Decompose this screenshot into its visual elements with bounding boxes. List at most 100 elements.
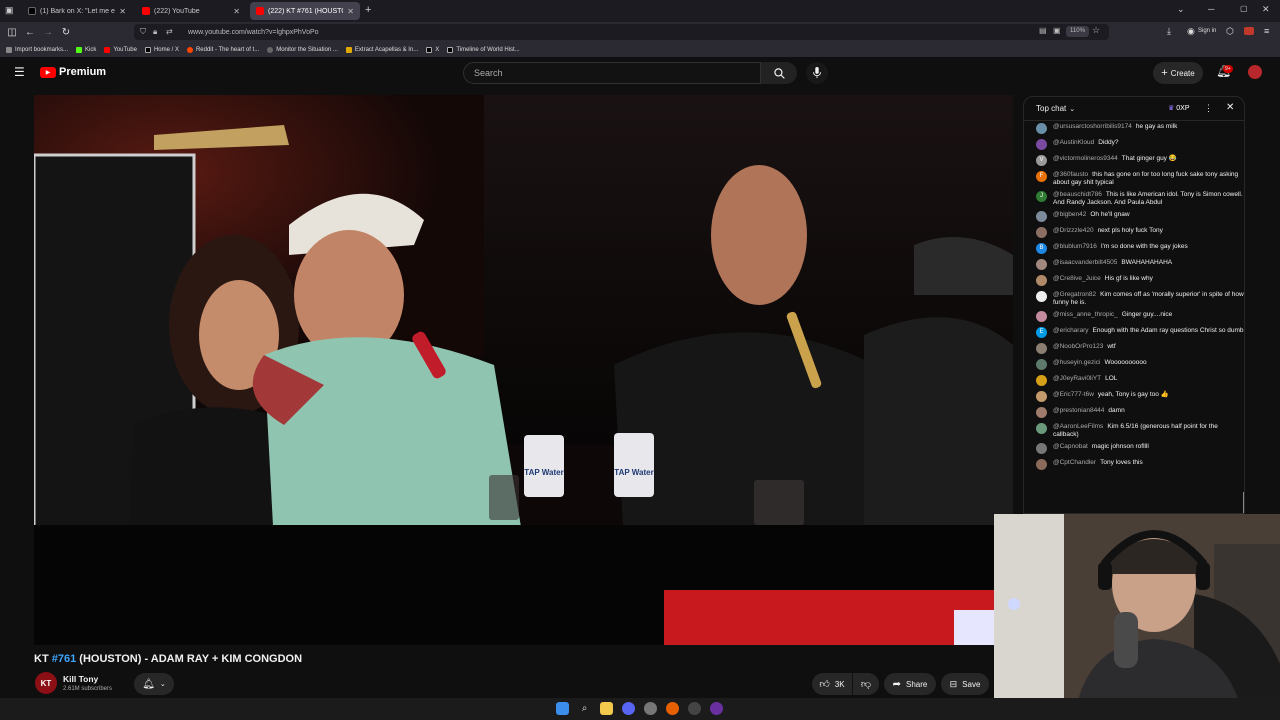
chat-avatar[interactable] bbox=[1036, 139, 1047, 150]
chat-author[interactable]: @360fausto bbox=[1053, 171, 1088, 178]
chat-author[interactable]: @Gregatron82 bbox=[1053, 291, 1096, 298]
extension-icon[interactable] bbox=[1244, 27, 1254, 35]
chat-avatar[interactable] bbox=[1036, 259, 1047, 270]
tab-dropdown-icon[interactable]: ⌄ bbox=[1177, 4, 1185, 15]
zoom-level[interactable]: 110% bbox=[1066, 26, 1089, 37]
subscription-bell-button[interactable]: 🔔︎ ⌄ bbox=[134, 673, 174, 695]
back-icon[interactable]: ← bbox=[21, 27, 39, 38]
menu-icon[interactable]: ≡ bbox=[1264, 26, 1269, 36]
file-explorer-icon[interactable] bbox=[600, 702, 613, 715]
hamburger-menu-icon[interactable]: ☰ bbox=[14, 65, 25, 79]
chat-avatar[interactable]: F bbox=[1036, 171, 1047, 182]
new-tab-button[interactable]: + bbox=[365, 4, 371, 16]
chat-avatar[interactable] bbox=[1036, 459, 1047, 470]
browser-tab-youtube[interactable]: (222) YouTube ✕ bbox=[136, 2, 246, 20]
bookmark-item[interactable]: Kick bbox=[76, 46, 96, 53]
forward-icon[interactable]: → bbox=[39, 27, 57, 38]
chat-avatar[interactable] bbox=[1036, 407, 1047, 418]
chat-author[interactable]: @Drizzzle420 bbox=[1053, 227, 1094, 234]
account-icon[interactable]: ◉ bbox=[1187, 26, 1195, 37]
close-tab-icon[interactable]: ✕ bbox=[233, 7, 240, 16]
bookmark-item[interactable]: Monitor the Situation ... bbox=[267, 46, 338, 53]
create-button[interactable]: + Create bbox=[1153, 62, 1203, 84]
chat-avatar[interactable] bbox=[1036, 443, 1047, 454]
bookmark-star-icon[interactable]: ☆ bbox=[1092, 25, 1100, 36]
extensions-icon[interactable]: ⬡ bbox=[1226, 26, 1234, 37]
tab-list-icon[interactable]: ▣ bbox=[5, 5, 14, 16]
download-icon[interactable]: ⤓ bbox=[1167, 26, 1171, 37]
search-button[interactable] bbox=[761, 62, 797, 84]
chat-avatar[interactable] bbox=[1036, 211, 1047, 222]
episode-hashtag-link[interactable]: #761 bbox=[52, 653, 76, 665]
chat-author[interactable]: @miss_anne_thropic_ bbox=[1053, 311, 1118, 318]
chat-avatar[interactable] bbox=[1036, 123, 1047, 134]
chat-scrollbar[interactable] bbox=[1243, 492, 1244, 513]
start-menu-icon[interactable] bbox=[556, 702, 569, 715]
chat-author[interactable]: @ericharary bbox=[1053, 327, 1089, 334]
bookmark-item[interactable]: Timeline of World Hist... bbox=[447, 46, 520, 53]
close-window-icon[interactable]: ✕ bbox=[1262, 4, 1270, 15]
chevron-down-icon[interactable]: ⌄ bbox=[1069, 105, 1075, 113]
obs-icon[interactable] bbox=[688, 702, 701, 715]
chat-author[interactable]: @Cre8ive_Juice bbox=[1053, 275, 1101, 282]
chat-author[interactable]: @J0eyRavi0liYT bbox=[1053, 375, 1101, 382]
app-icon[interactable] bbox=[710, 702, 723, 715]
settings-icon[interactable] bbox=[644, 702, 657, 715]
save-button[interactable]: ⊟ Save bbox=[941, 673, 989, 695]
chat-avatar[interactable] bbox=[1036, 343, 1047, 354]
chat-avatar[interactable]: J bbox=[1036, 191, 1047, 202]
chat-avatar[interactable]: V bbox=[1036, 155, 1047, 166]
close-chat-icon[interactable]: ✕ bbox=[1226, 102, 1234, 113]
chat-avatar[interactable]: E bbox=[1036, 327, 1047, 338]
chat-author[interactable]: @beauschidt786 bbox=[1053, 191, 1102, 198]
more-options-icon[interactable]: ⋮ bbox=[1204, 103, 1213, 114]
chat-avatar[interactable] bbox=[1036, 423, 1047, 434]
pip-icon[interactable]: ▤ bbox=[1039, 26, 1047, 35]
chat-author[interactable]: @ursusarctoshorribilis9174 bbox=[1053, 123, 1132, 130]
chat-author[interactable]: @AustinKloud bbox=[1053, 139, 1094, 146]
chat-author[interactable]: @huseyin.gezici bbox=[1053, 359, 1100, 366]
sidebar-toggle-icon[interactable]: ◫ bbox=[3, 27, 21, 38]
firefox-icon[interactable] bbox=[666, 702, 679, 715]
like-button[interactable]: 👍︎ 3K bbox=[812, 673, 852, 695]
bookmark-item[interactable]: YouTube bbox=[104, 46, 137, 53]
voice-search-button[interactable] bbox=[806, 62, 828, 84]
chat-author[interactable]: @prestonian8444 bbox=[1053, 407, 1104, 414]
chat-avatar[interactable] bbox=[1036, 311, 1047, 322]
permissions-icon[interactable]: ⇄ bbox=[166, 27, 173, 36]
maximize-icon[interactable]: ▢ bbox=[1240, 4, 1248, 13]
reload-icon[interactable]: ↻ bbox=[57, 27, 75, 38]
chat-author[interactable]: @AaronLeeFilms bbox=[1053, 423, 1103, 430]
chat-author[interactable]: @Eric777-t6w bbox=[1053, 391, 1094, 398]
youtube-logo[interactable]: ▶ Premium bbox=[40, 66, 106, 78]
chat-author[interactable]: @victormolineros9344 bbox=[1053, 155, 1118, 162]
close-tab-icon[interactable]: ✕ bbox=[347, 7, 354, 16]
chat-avatar[interactable] bbox=[1036, 291, 1047, 302]
chat-author[interactable]: @Capnobat bbox=[1053, 443, 1088, 450]
channel-name[interactable]: Kill Tony bbox=[63, 674, 98, 684]
channel-avatar[interactable]: KT bbox=[35, 672, 57, 694]
chat-avatar[interactable] bbox=[1036, 375, 1047, 386]
chat-author[interactable]: @bigben42 bbox=[1053, 211, 1086, 218]
screenshot-icon[interactable]: ▣ bbox=[1053, 26, 1061, 35]
browser-tab-video[interactable]: (222) KT #761 (HOUSTON) ✕ bbox=[250, 2, 360, 20]
search-icon[interactable]: ⌕ bbox=[578, 702, 591, 715]
bookmark-item[interactable]: X bbox=[426, 46, 439, 53]
shield-icon[interactable]: ⛉ bbox=[140, 27, 146, 37]
browser-tab-x[interactable]: (1) Bark on X: "Let me explain w ✕ bbox=[22, 2, 132, 20]
chat-author[interactable]: @isaacvanderbilt4505 bbox=[1053, 259, 1117, 266]
sign-in-link[interactable]: Sign in bbox=[1198, 28, 1216, 34]
dislike-button[interactable]: 👎︎ bbox=[853, 673, 879, 695]
discord-icon[interactable] bbox=[622, 702, 635, 715]
chat-avatar[interactable] bbox=[1036, 359, 1047, 370]
url-bar[interactable]: ⛉ 🔒︎ ⇄ www.youtube.com/watch?v=lghpxPhVo… bbox=[134, 24, 1109, 40]
bookmark-item[interactable]: Home / X bbox=[144, 46, 179, 53]
share-button[interactable]: ➦ Share bbox=[884, 673, 936, 695]
points-badge[interactable]: ♛ 0XP bbox=[1168, 104, 1190, 113]
top-chat-dropdown[interactable]: Top chat bbox=[1036, 104, 1066, 113]
chat-author[interactable]: @blublum7916 bbox=[1053, 243, 1097, 250]
minimize-icon[interactable]: ─ bbox=[1208, 4, 1214, 14]
chat-avatar[interactable] bbox=[1036, 391, 1047, 402]
bookmark-item[interactable]: Reddit - The heart of t... bbox=[186, 46, 259, 53]
lock-icon[interactable]: 🔒︎ bbox=[153, 27, 157, 37]
